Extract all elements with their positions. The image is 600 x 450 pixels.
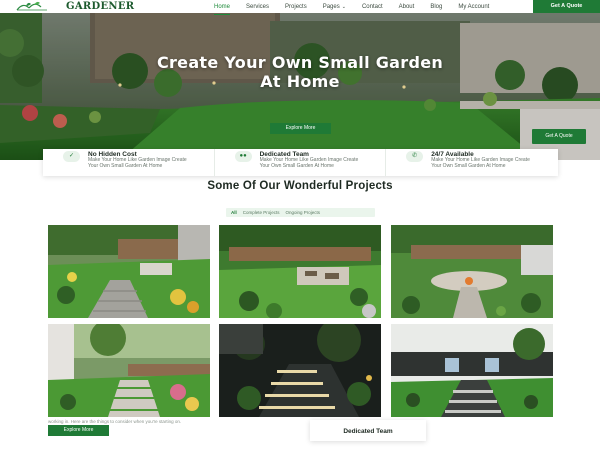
nav-contact[interactable]: Contact [362, 3, 383, 13]
projects-title: Some Of Our Wonderful Projects [207, 180, 393, 192]
project-tile[interactable] [391, 324, 553, 417]
nav-services[interactable]: Services [246, 3, 269, 13]
project-gallery [48, 225, 553, 418]
hero-title: Create Your Own Small Garden At Home [156, 53, 444, 91]
brand-name[interactable]: GARDENER [66, 1, 134, 12]
feature-card: ✓ No Hidden Cost Make Your Home Like Gar… [43, 149, 215, 176]
filter-complete[interactable]: Complete Projects [243, 208, 280, 217]
feature-card: ✆ 24/7 Available Make Your Home Like Gar… [386, 149, 558, 176]
project-tile[interactable] [219, 225, 381, 318]
leaf-logo-icon[interactable] [15, 0, 49, 11]
feature-text: Make Your Home Like Garden Image Create … [88, 157, 187, 169]
bottom-explore-button[interactable]: Explore More [48, 425, 109, 436]
check-icon: ✓ [63, 151, 80, 162]
nav-projects[interactable]: Projects [285, 3, 307, 13]
get-quote-button[interactable]: Get A Quote [533, 0, 600, 13]
dedicated-team-card: Dedicated Team [310, 420, 426, 441]
bottom-caption: working in. Here are the things to consi… [48, 419, 182, 424]
project-image [219, 324, 381, 417]
nav-pages-label: Pages [322, 4, 340, 10]
project-image [219, 225, 381, 318]
project-tile[interactable] [48, 225, 210, 318]
dedicated-team-title: Dedicated Team [343, 428, 393, 435]
phone-icon: ✆ [406, 151, 424, 162]
nav-home[interactable]: Home [214, 3, 231, 15]
project-image [391, 225, 553, 318]
nav-about[interactable]: About [399, 3, 415, 13]
hero-banner: Create Your Own Small Garden At Home Exp… [0, 13, 600, 160]
feature-card: ●● Dedicated Team Make Your Home Like Ga… [215, 149, 387, 176]
nav-blog[interactable]: Blog [430, 3, 442, 13]
feature-cards: ✓ No Hidden Cost Make Your Home Like Gar… [43, 149, 558, 176]
project-image [391, 324, 553, 417]
nav-pages[interactable]: Pages ⌄ [323, 3, 346, 13]
explore-more-button[interactable]: Explore More [270, 123, 331, 134]
nav-my-account[interactable]: My Account [458, 3, 489, 13]
project-image [48, 324, 210, 417]
project-image [48, 225, 210, 318]
feature-text: Make Your Home Like Garden Image Create … [431, 157, 530, 169]
filter-ongoing[interactable]: Ongoing Projects [286, 208, 321, 217]
project-filters: All Complete Projects Ongoing Projects [226, 208, 375, 217]
side-quote-button[interactable]: Get A Quote [532, 129, 586, 144]
navbar: GARDENER Home Services Projects Pages ⌄ … [0, 0, 600, 15]
project-tile[interactable] [48, 324, 210, 417]
filter-all[interactable]: All [231, 208, 237, 217]
team-icon: ●● [234, 151, 252, 162]
project-tile[interactable] [391, 225, 553, 318]
feature-text: Make Your Home Like Garden Image Create … [259, 157, 359, 169]
main-nav: Home Services Projects Pages ⌄ Contact A… [214, 3, 489, 15]
chevron-down-icon: ⌄ [341, 4, 346, 10]
project-tile[interactable] [219, 324, 381, 417]
